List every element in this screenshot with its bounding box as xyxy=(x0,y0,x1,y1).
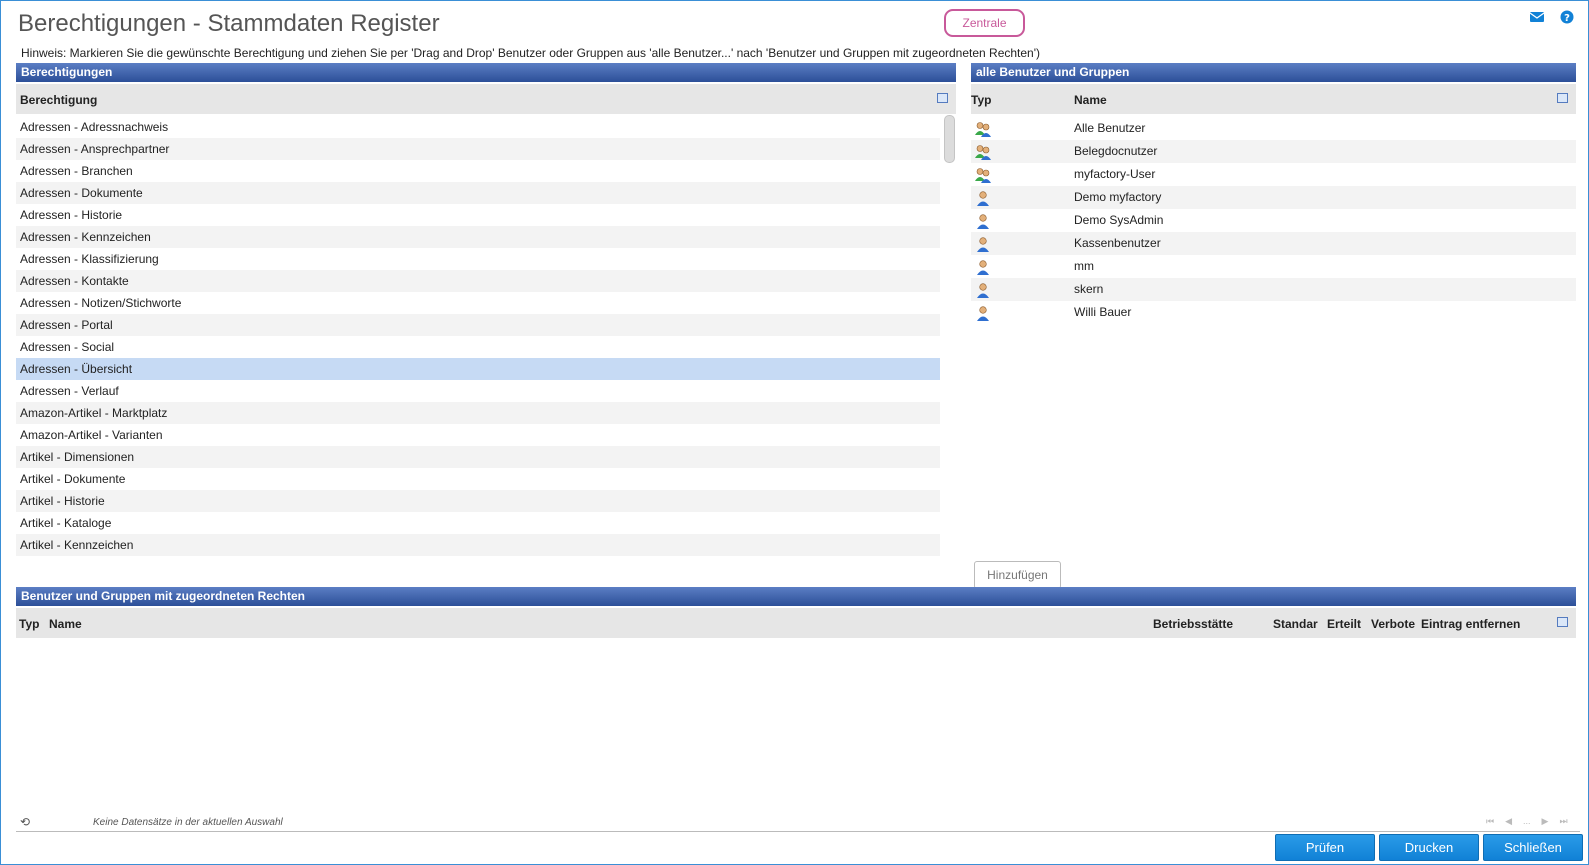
column-config-icon[interactable] xyxy=(937,93,948,103)
next-page-icon[interactable]: ▶ xyxy=(1542,816,1549,827)
refresh-icon[interactable]: ⟲ xyxy=(20,815,30,829)
permission-item[interactable]: Adressen - Dokumente xyxy=(16,182,940,204)
assigned-name-column[interactable]: Name xyxy=(49,617,82,631)
column-config-icon[interactable] xyxy=(1557,93,1568,103)
last-page-icon[interactable]: ⏭ xyxy=(1559,816,1567,827)
user-name: Kassenbenutzer xyxy=(1074,236,1161,250)
user-row[interactable]: mm xyxy=(971,255,1576,278)
betriebsstaette-column[interactable]: Betriebsstätte xyxy=(1153,617,1233,631)
assigned-column-header: Typ Name Betriebsstätte Standar Erteilt … xyxy=(16,608,1576,638)
permissions-column-header: Berechtigung xyxy=(16,84,956,114)
permission-item[interactable]: Adressen - Branchen xyxy=(16,160,940,182)
users-column-header: Typ Name xyxy=(971,84,1576,114)
permission-item[interactable]: Artikel - Historie xyxy=(16,490,940,512)
permission-item[interactable]: Artikel - Kennzeichen xyxy=(16,534,940,556)
standard-column[interactable]: Standar xyxy=(1273,617,1318,631)
empty-message: Keine Datensätze in der aktuellen Auswah… xyxy=(93,817,283,828)
permission-item[interactable]: Adressen - Social xyxy=(16,336,940,358)
hint-text: Hinweis: Markieren Sie die gewünschte Be… xyxy=(21,46,1041,60)
permission-item[interactable]: Adressen - Kennzeichen xyxy=(16,226,940,248)
user-icon xyxy=(974,213,992,229)
erteilt-column[interactable]: Erteilt xyxy=(1327,617,1361,631)
permission-item[interactable]: Amazon-Artikel - Marktplatz xyxy=(16,402,940,424)
user-row[interactable]: Demo myfactory xyxy=(971,186,1576,209)
page-title: Berechtigungen - Stammdaten Register xyxy=(18,10,440,37)
permission-item[interactable]: Adressen - Adressnachweis xyxy=(16,116,940,138)
pruefen-button[interactable]: Prüfen xyxy=(1275,834,1375,861)
assigned-typ-column[interactable]: Typ xyxy=(19,617,39,631)
verbote-column[interactable]: Verbote xyxy=(1371,617,1415,631)
top-icons: ? xyxy=(1529,10,1575,24)
permission-item[interactable]: Adressen - Portal xyxy=(16,314,940,336)
permission-item[interactable]: Adressen - Übersicht xyxy=(16,358,940,380)
user-row[interactable]: Demo SysAdmin xyxy=(971,209,1576,232)
user-row[interactable]: Belegdocnutzer xyxy=(971,140,1576,163)
prev-page-icon[interactable]: ◀ xyxy=(1505,816,1512,827)
user-name: Belegdocnutzer xyxy=(1074,144,1158,158)
user-name: myfactory-User xyxy=(1074,167,1156,181)
user-icon xyxy=(974,282,992,298)
user-icon xyxy=(974,305,992,321)
zentrale-button[interactable]: Zentrale xyxy=(944,9,1025,37)
permission-item[interactable]: Adressen - Verlauf xyxy=(16,380,940,402)
pager: ⏮ ◀ ... ▶ ⏭ xyxy=(1486,816,1568,827)
user-name: Demo myfactory xyxy=(1074,190,1162,204)
permission-item[interactable]: Adressen - Klassifizierung xyxy=(16,248,940,270)
user-row[interactable]: Willi Bauer xyxy=(971,301,1576,324)
user-row[interactable]: Kassenbenutzer xyxy=(971,232,1576,255)
permission-item[interactable]: Adressen - Ansprechpartner xyxy=(16,138,940,160)
typ-column-label: Typ xyxy=(971,93,992,107)
name-column-label: Name xyxy=(1074,93,1107,107)
berechtigung-column-label: Berechtigung xyxy=(20,93,98,107)
user-name: skern xyxy=(1074,282,1104,296)
user-name: mm xyxy=(1074,259,1094,273)
first-page-icon[interactable]: ⏮ xyxy=(1486,816,1494,827)
user-icon xyxy=(974,190,992,206)
user-row[interactable]: myfactory-User xyxy=(971,163,1576,186)
user-name: Willi Bauer xyxy=(1074,305,1132,319)
user-group-icon xyxy=(974,121,992,137)
permission-item[interactable]: Adressen - Historie xyxy=(16,204,940,226)
permission-item[interactable]: Artikel - Dokumente xyxy=(16,468,940,490)
column-config-icon[interactable] xyxy=(1557,617,1568,627)
assigned-panel-header: Benutzer und Gruppen mit zugeordneten Re… xyxy=(16,587,1576,606)
permission-item[interactable]: Adressen - Notizen/Stichworte xyxy=(16,292,940,314)
user-group-icon xyxy=(974,167,992,183)
page-ellipsis: ... xyxy=(1523,816,1531,826)
eintrag-entfernen-column[interactable]: Eintrag entfernen xyxy=(1421,617,1520,631)
permission-item[interactable]: Artikel - Dimensionen xyxy=(16,446,940,468)
help-icon[interactable]: ? xyxy=(1559,10,1575,24)
user-name: Demo SysAdmin xyxy=(1074,213,1164,227)
permissions-list: Adressen - Adressnachweis Adressen - Ansp… xyxy=(16,116,940,556)
user-group-icon xyxy=(974,144,992,160)
user-icon xyxy=(974,259,992,275)
permission-item[interactable]: Adressen - Kontakte xyxy=(16,270,940,292)
user-name: Alle Benutzer xyxy=(1074,121,1146,135)
permissions-panel-header: Berechtigungen xyxy=(16,63,956,82)
permission-item[interactable]: Artikel - Kataloge xyxy=(16,512,940,534)
user-row[interactable]: Alle Benutzer xyxy=(971,117,1576,140)
user-icon xyxy=(974,236,992,252)
permission-item[interactable]: Amazon-Artikel - Varianten xyxy=(16,424,940,446)
svg-text:?: ? xyxy=(1564,13,1570,24)
permissions-scrollbar[interactable] xyxy=(944,115,955,163)
footer-divider xyxy=(16,831,1580,832)
users-panel-header: alle Benutzer und Gruppen xyxy=(971,63,1576,82)
user-row[interactable]: skern xyxy=(971,278,1576,301)
drucken-button[interactable]: Drucken xyxy=(1379,834,1479,861)
add-button[interactable]: Hinzufügen xyxy=(974,561,1061,589)
schliessen-button[interactable]: Schließen xyxy=(1483,834,1583,861)
mail-icon[interactable] xyxy=(1529,10,1545,24)
